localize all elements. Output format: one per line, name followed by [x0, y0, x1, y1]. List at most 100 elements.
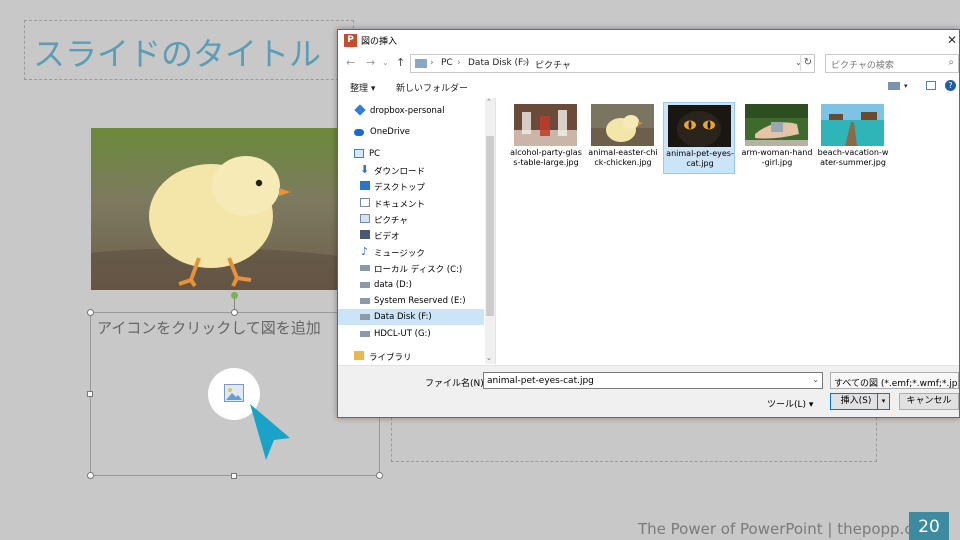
search-input[interactable]: ピクチャの検索 ⌕: [825, 54, 959, 73]
resize-handle-bl[interactable]: [87, 472, 94, 479]
help-icon[interactable]: ?: [945, 80, 956, 91]
file-item[interactable]: alcohol-party-glass-table-large.jpg: [510, 102, 582, 174]
content-placeholder-right[interactable]: [391, 412, 877, 462]
nav-item-libraries[interactable]: ライブラリ: [338, 348, 484, 364]
breadcrumb-pc[interactable]: PC: [441, 58, 453, 68]
slide-title-placeholder[interactable]: スライドのタイトル: [24, 20, 354, 80]
drive-icon: [360, 265, 370, 271]
slide-title: スライドのタイトル: [33, 35, 322, 73]
nav-item-documents[interactable]: ドキュメント: [338, 195, 484, 211]
file-name: alcohol-party-glass-table-large.jpg: [510, 148, 582, 167]
chick-photo[interactable]: [91, 128, 341, 290]
search-placeholder: ピクチャの検索: [831, 61, 894, 71]
tools-menu[interactable]: ツール(L) ▾: [767, 397, 813, 410]
filename-value: animal-pet-eyes-cat.jpg: [487, 376, 594, 386]
placeholder-text: アイコンをクリックして図を追加: [97, 319, 321, 337]
rotation-handle[interactable]: [231, 292, 238, 299]
address-row: ← → ⌄ ↑ › PC › Data Disk (F:) › ピクチャ ⌄ ↻…: [338, 52, 959, 74]
nav-item-drive-e[interactable]: System Reserved (E:): [338, 293, 484, 309]
filename-dropdown-icon[interactable]: ⌄: [812, 375, 819, 384]
download-icon: ⬇: [360, 163, 370, 176]
file-name: arm-woman-hand-girl.jpg: [741, 148, 813, 167]
nav-item-pc[interactable]: PC: [338, 146, 484, 162]
resize-handle-l[interactable]: [87, 391, 93, 397]
file-thumbnail: [591, 104, 654, 146]
nav-item-videos[interactable]: ビデオ: [338, 227, 484, 243]
file-name: animal-pet-eyes-cat.jpg: [666, 149, 734, 168]
insert-picture-dialog: P 図の挿入 ✕ ← → ⌄ ↑ › PC › Data Disk (F:) ›…: [337, 29, 960, 418]
nav-item-drive-c[interactable]: ローカル ディスク (C:): [338, 260, 484, 276]
onedrive-icon: [354, 129, 364, 136]
footer-text: The Power of PowerPoint | thepopp.com: [638, 520, 937, 538]
file-name: beach-vacation-water-summer.jpg: [817, 148, 889, 167]
cancel-button[interactable]: キャンセル: [899, 393, 959, 410]
address-bar[interactable]: › PC › Data Disk (F:) › ピクチャ ⌄: [410, 54, 815, 73]
filetype-value: すべての図 (*.emf;*.wmf;*.jpg: [834, 379, 959, 389]
navigation-pane: dropbox-personal OneDrive PC ⬇ ダウンロード デス…: [338, 98, 496, 364]
resize-handle-t[interactable]: [231, 309, 238, 316]
organize-button[interactable]: 整理 ▾: [350, 81, 375, 94]
breadcrumb-sep-icon: ›: [430, 58, 434, 68]
back-arrow-icon[interactable]: ←: [346, 56, 355, 69]
file-item[interactable]: animal-easter-chick-chicken.jpg: [587, 102, 659, 174]
nav-item-desktop[interactable]: デスクトップ: [338, 178, 484, 194]
view-options-icon[interactable]: [888, 82, 900, 90]
tools-dropdown-icon: ▾: [808, 400, 814, 410]
breadcrumb-sep-icon: ›: [524, 58, 528, 68]
file-item-selected[interactable]: animal-pet-eyes-cat.jpg: [663, 102, 735, 174]
nav-item-dropbox[interactable]: dropbox-personal: [338, 103, 484, 119]
filename-label: ファイル名(N):: [425, 379, 487, 389]
nav-item-drive-g[interactable]: HDCL-UT (G:): [338, 326, 484, 342]
resize-handle-br[interactable]: [376, 472, 383, 479]
dialog-titlebar[interactable]: P 図の挿入 ✕: [338, 30, 959, 51]
breadcrumb-pictures[interactable]: ピクチャ: [535, 58, 571, 71]
file-thumbnail: [514, 104, 577, 146]
music-icon: ♪: [361, 245, 369, 258]
insert-label: 挿入(S): [840, 396, 872, 406]
drive-icon: [360, 298, 370, 304]
nav-scrollbar[interactable]: ⌃ ⌄: [485, 98, 495, 364]
drive-icon: [360, 314, 370, 320]
nav-item-pictures[interactable]: ピクチャ: [338, 211, 484, 227]
resize-handle-tl[interactable]: [87, 309, 94, 316]
filetype-select[interactable]: すべての図 (*.emf;*.wmf;*.jpg: [830, 372, 959, 389]
library-icon: [354, 351, 364, 360]
file-item[interactable]: beach-vacation-water-summer.jpg: [817, 102, 889, 174]
recent-chevron-icon[interactable]: ⌄: [382, 58, 389, 67]
file-thumbnail: [745, 104, 808, 146]
insert-button[interactable]: 挿入(S) ▾: [830, 393, 890, 410]
nav-item-drive-d[interactable]: data (D:): [338, 277, 484, 293]
view-dropdown-icon[interactable]: ▾: [904, 82, 908, 90]
drive-icon: [360, 331, 370, 337]
nav-item-downloads[interactable]: ⬇ ダウンロード: [338, 162, 484, 178]
scroll-down-icon[interactable]: ⌄: [486, 354, 492, 362]
forward-arrow-icon[interactable]: →: [366, 56, 375, 69]
scroll-up-icon[interactable]: ⌃: [486, 98, 492, 106]
search-icon: ⌕: [948, 57, 954, 68]
dialog-title: 図の挿入: [361, 37, 398, 47]
pc-icon: [354, 149, 364, 158]
up-arrow-icon[interactable]: ↑: [396, 56, 405, 69]
breadcrumb-sep-icon: ›: [457, 58, 461, 68]
preview-pane-icon[interactable]: [926, 81, 936, 90]
close-icon[interactable]: ✕: [947, 33, 957, 47]
page-number: 20: [909, 512, 949, 540]
resize-handle-b[interactable]: [231, 473, 237, 479]
file-list: alcohol-party-glass-table-large.jpg anim…: [498, 98, 958, 364]
nav-item-onedrive[interactable]: OneDrive: [338, 124, 484, 140]
pictures-icon: [360, 214, 370, 223]
video-icon: [360, 230, 370, 239]
breadcrumb-disk[interactable]: Data Disk (F:): [468, 58, 529, 68]
file-thumbnail: [668, 105, 731, 147]
insert-dropdown-icon[interactable]: ▾: [877, 394, 889, 409]
dropbox-icon: [354, 104, 366, 116]
nav-item-drive-f[interactable]: Data Disk (F:): [338, 309, 484, 325]
filename-input[interactable]: animal-pet-eyes-cat.jpg ⌄: [483, 372, 823, 389]
scrollbar-thumb[interactable]: [486, 136, 494, 316]
pc-icon: [415, 59, 427, 68]
nav-item-music[interactable]: ♪ ミュージック: [338, 244, 484, 260]
file-item[interactable]: arm-woman-hand-girl.jpg: [741, 102, 813, 174]
refresh-icon[interactable]: ↻: [800, 54, 815, 71]
drive-icon: [360, 282, 370, 288]
new-folder-button[interactable]: 新しいフォルダー: [396, 81, 468, 94]
